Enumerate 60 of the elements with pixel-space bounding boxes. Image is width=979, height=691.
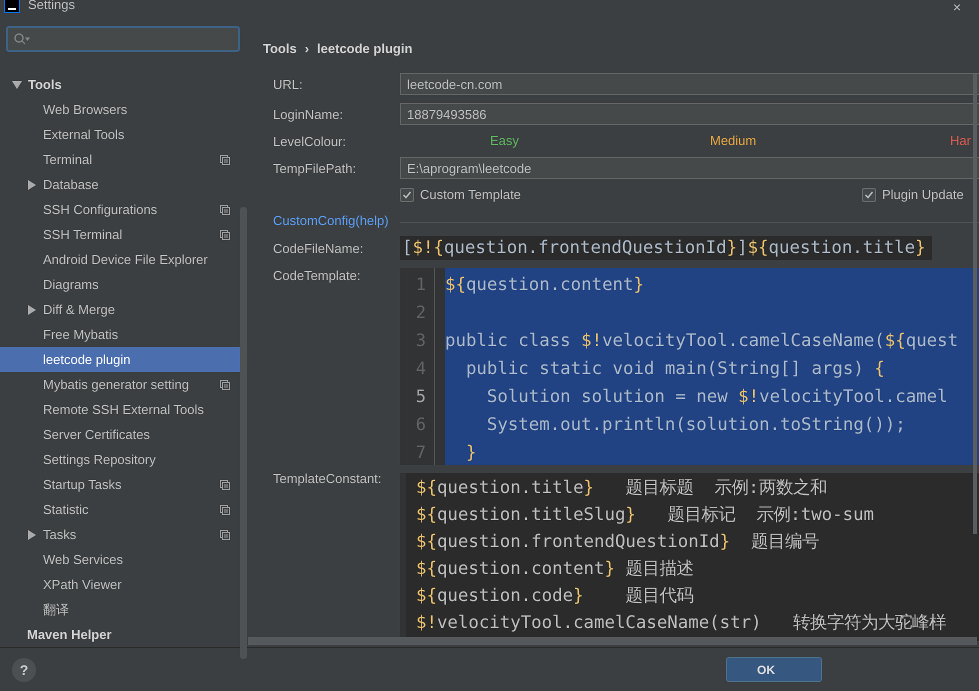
tree-item[interactable]: Statistic xyxy=(0,497,240,522)
help-button[interactable]: ? xyxy=(12,658,36,682)
template-constant-line: ${question.content} 题目描述 xyxy=(416,559,694,579)
code-line: System.out.println(solution.toString()); xyxy=(486,415,906,435)
checkbox-label: Custom Template xyxy=(420,187,521,202)
tree-item[interactable]: Startup Tasks xyxy=(0,472,240,497)
field-label: LoginName: xyxy=(273,106,344,122)
tree-item[interactable]: 翻译 xyxy=(0,597,240,622)
code-line: public static void main(String[] args) { xyxy=(464,359,885,379)
code-line: ${question.content} xyxy=(445,275,644,295)
checkbox-label: Plugin Update xyxy=(882,187,964,202)
tree-item[interactable]: Diff & Merge xyxy=(0,297,240,322)
tree-item[interactable]: Mybatis generator setting xyxy=(0,372,240,397)
breadcrumb-item[interactable]: Tools xyxy=(263,41,297,61)
breadcrumb-item[interactable]: leetcode plugin xyxy=(317,41,412,61)
tree-item[interactable]: leetcode plugin xyxy=(0,347,240,372)
tree-group[interactable]: Tools xyxy=(28,77,62,92)
close-button[interactable]: × xyxy=(952,0,961,14)
code-line: public class $!velocityTool.camelCaseName(${quest xyxy=(445,331,958,351)
temp-file-path-field[interactable]: E:\aprogram\leetcode xyxy=(400,157,979,179)
tree-item[interactable]: Android Device File Explorer xyxy=(0,247,240,272)
tree-item[interactable]: SSH Terminal xyxy=(0,222,240,247)
custom-config-help-link[interactable]: CustomConfig(help) xyxy=(273,213,400,228)
code-file-name-field[interactable]: [$!{question.frontendQuestionId}]${question.title} xyxy=(400,236,932,260)
tree-item[interactable]: Remote SSH External Tools xyxy=(0,397,240,422)
tree-item[interactable]: Database xyxy=(0,172,240,197)
level-colour-label[interactable]: Medium xyxy=(710,133,756,148)
url-field[interactable]: leetcode-cn.com xyxy=(400,73,979,95)
tree-item[interactable]: XPath Viewer xyxy=(0,572,240,597)
field-label: URL: xyxy=(273,76,304,92)
tree-item[interactable]: Diagrams xyxy=(0,272,240,297)
template-constant-line: ${question.frontendQuestionId} 题目编号 xyxy=(416,532,820,552)
line-number: 5 xyxy=(414,386,427,409)
tree-item[interactable]: Server Certificates xyxy=(0,422,240,447)
tree-item[interactable]: Web Browsers xyxy=(0,97,240,122)
field-label: LevelColour: xyxy=(273,134,347,148)
template-constant-line: ${question.titleSlug} 题目标记 示例:two-sum xyxy=(416,505,874,525)
field-label: TemplateConstant: xyxy=(273,471,382,486)
template-constant-line: ${question.code} 题目代码 xyxy=(416,586,694,606)
level-colour-label[interactable]: Easy xyxy=(490,133,519,148)
tree-item[interactable]: External Tools xyxy=(0,122,240,147)
tree-group[interactable]: Maven Helper xyxy=(27,627,112,642)
code-line: } xyxy=(464,443,476,463)
field-label: CodeFileName: xyxy=(273,240,364,256)
tree-item[interactable]: Web Services xyxy=(0,547,240,572)
tree-item[interactable]: Tasks xyxy=(0,522,240,547)
code-line: Solution solution = new $!velocityTool.camel xyxy=(486,387,948,407)
template-constant-line: $!velocityTool.camelCaseName(str) 转换字符为大驼峰样 xyxy=(416,613,946,633)
tree-item[interactable]: Settings Repository xyxy=(0,447,240,472)
field-label: CodeTemplate: xyxy=(273,268,362,283)
template-constant-line: ${question.title} 题目标题 示例:两数之和 xyxy=(416,478,827,498)
breadcrumb-separator: › xyxy=(304,41,310,58)
tree-item[interactable]: SSH Configurations xyxy=(0,197,240,222)
code-template-editor[interactable]: ${question.content} public class $!velocityTool.camelCaseName(${quest public static void main(String[] args) { Solution solution = new $!velocityTool.camel System.out.println(solution.toString()); } xyxy=(445,268,979,465)
tree-item[interactable]: Terminal xyxy=(0,147,240,172)
ok-button[interactable]: OK xyxy=(726,657,822,682)
level-colour-label[interactable]: Har xyxy=(950,133,971,148)
login-name-field[interactable]: 18879493586 xyxy=(400,103,979,125)
field-label: TempFilePath: xyxy=(273,160,358,176)
tree-item[interactable]: Free Mybatis xyxy=(0,322,240,347)
